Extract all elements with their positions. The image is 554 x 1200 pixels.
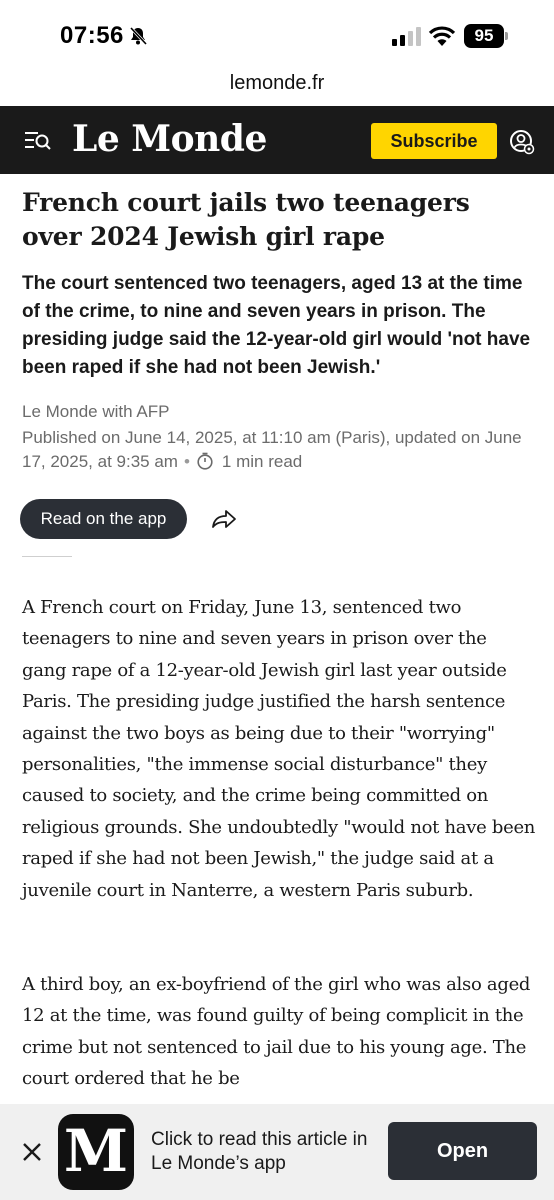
battery-icon: 95 <box>464 24 508 48</box>
article-paragraph: A third boy, an ex-boyfriend of the girl… <box>22 974 531 1090</box>
status-bar: 07:56 95 <box>0 0 554 72</box>
read-on-app-button[interactable]: Read on the app <box>20 499 187 539</box>
article-paragraph: A French court on Friday, June 13, sente… <box>22 597 536 901</box>
separator-dot: • <box>183 452 190 471</box>
article-standfirst: The court sentenced two teenagers, aged … <box>22 273 531 378</box>
subscribe-button[interactable]: Subscribe <box>371 123 497 159</box>
wifi-icon <box>428 26 456 46</box>
menu-search-icon[interactable] <box>24 128 52 152</box>
article-byline: Le Monde with AFP <box>22 402 170 421</box>
read-time: 1 min read <box>221 452 303 471</box>
le-monde-logo[interactable]: Le Monde <box>72 118 267 160</box>
status-time: 07:56 <box>60 22 124 49</box>
account-icon[interactable] <box>509 129 535 155</box>
app-banner-text: Click to read this article in Le Monde’s… <box>151 1129 368 1174</box>
signal-icon <box>392 27 421 46</box>
le-monde-app-icon[interactable]: M <box>58 1114 134 1190</box>
bell-slash-icon <box>129 26 148 46</box>
article-dates: Published on June 14, 2025, at 11:10 am … <box>22 426 534 474</box>
article-headline: French court jails two teenagers over 20… <box>22 188 470 251</box>
app-banner: M Click to read this article in Le Monde… <box>0 1104 554 1200</box>
site-header: Le Monde Subscribe <box>0 106 554 174</box>
battery-level: 95 <box>464 24 504 48</box>
divider <box>22 556 72 557</box>
url-bar[interactable]: lemonde.fr <box>0 72 554 106</box>
close-icon[interactable] <box>21 1141 43 1163</box>
share-icon[interactable] <box>211 508 237 530</box>
timer-icon <box>197 452 213 470</box>
open-app-button[interactable]: Open <box>388 1122 537 1180</box>
